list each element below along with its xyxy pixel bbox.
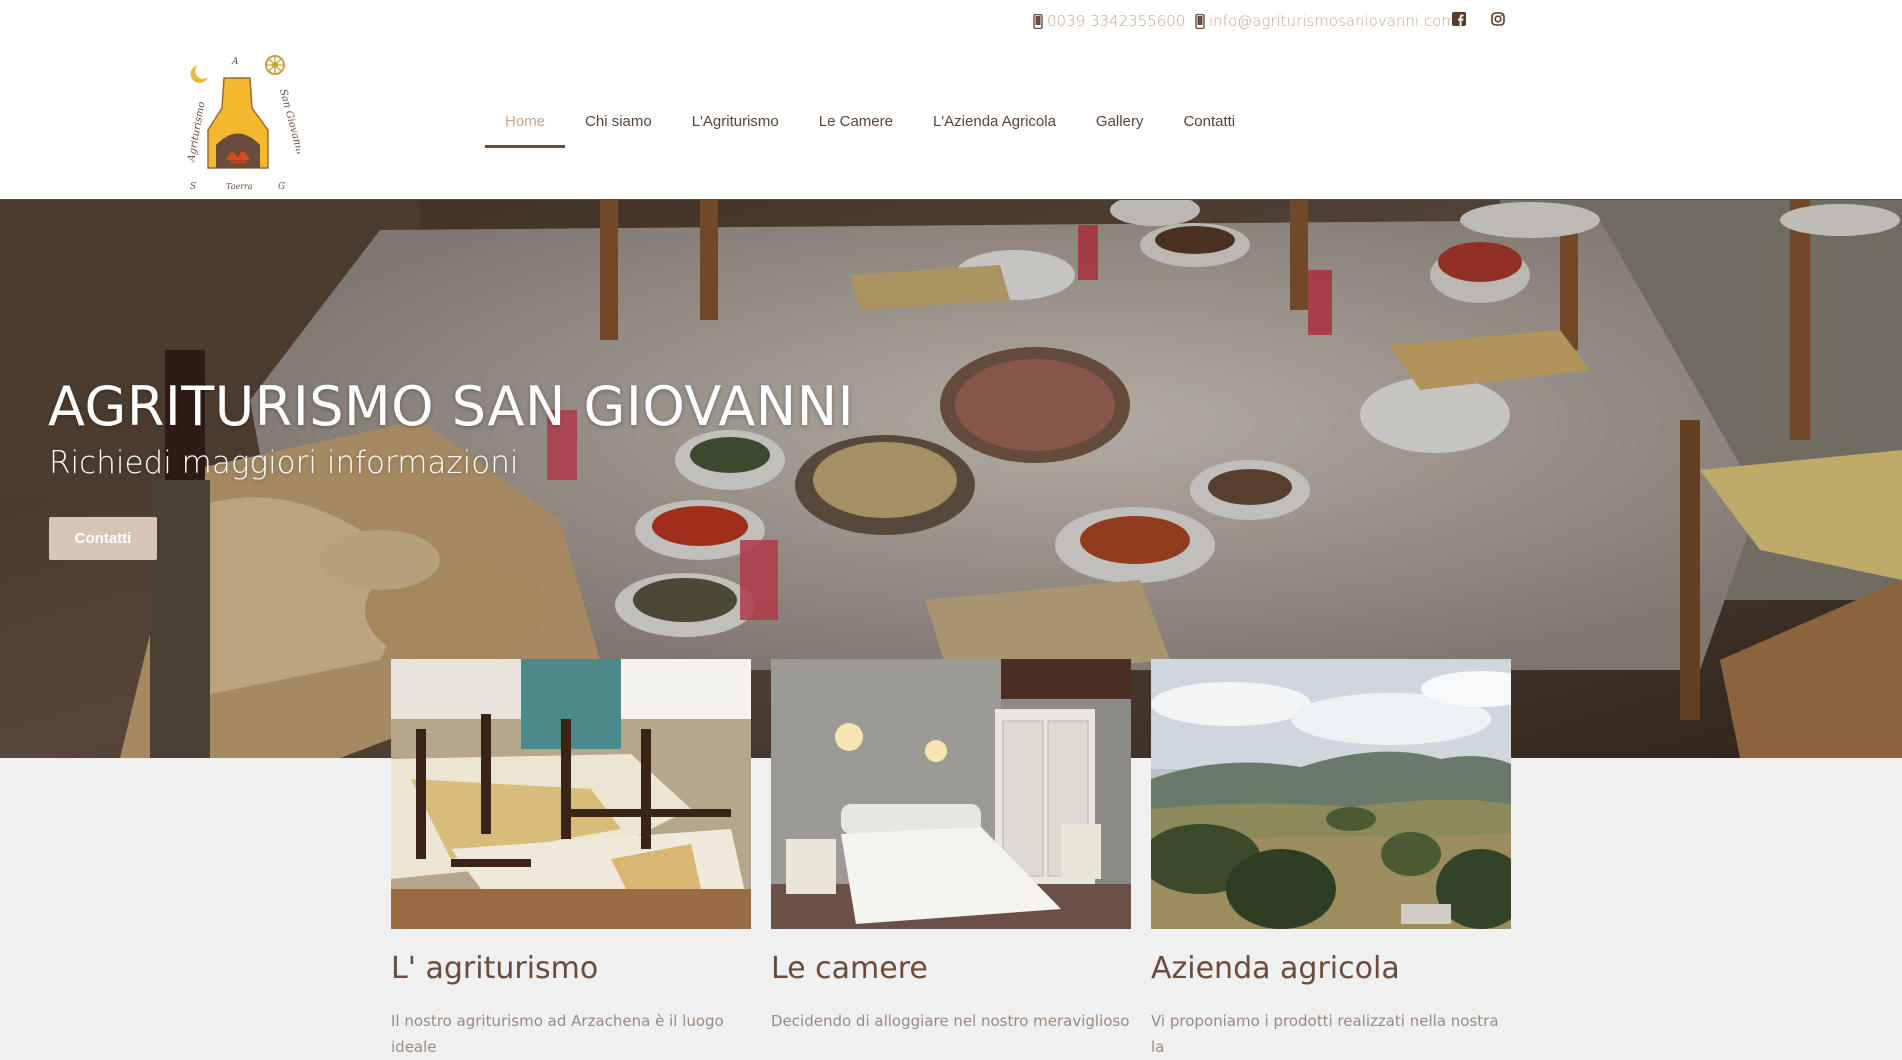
logo-text-left: Agriturismo [186,101,208,164]
logo-text-bc: Taerra [226,182,253,191]
feature-cards: L' agriturismo Il nostro agriturismo ad … [391,659,1511,1060]
hero-title: AGRITURISMO SAN GIOVANNI [48,375,855,438]
card-title[interactable]: Azienda agricola [1151,951,1511,986]
main-nav: Home Chi siamo L'Agriturismo Le Camere L… [485,108,1255,148]
site-header: A Agriturismo San Giovanni S Taerra G Ho… [0,42,1902,200]
card-agriturismo[interactable]: L' agriturismo Il nostro agriturismo ad … [391,659,751,1060]
card-azienda-agricola[interactable]: Azienda agricola Vi proponiamo i prodott… [1151,659,1511,1060]
logo-text-right: San Giovanni [277,88,300,156]
card-text: Il nostro agriturismo ad Arzachena è il … [391,1012,724,1056]
logo-text-top: A [231,57,239,67]
logo-text-bl: S [190,182,196,192]
logo-text-br: G [278,182,285,192]
email-address[interactable]: info@agriturismosaniovanni.com [1209,12,1456,30]
card-title[interactable]: Le camere [771,951,1131,986]
nav-camere[interactable]: Le Camere [799,108,913,148]
nav-home[interactable]: Home [485,108,566,148]
nav-azienda-agricola[interactable]: L'Azienda Agricola [913,108,1076,148]
top-bar: 0039 3342355600 info@agriturismosaniovan… [0,0,1902,42]
restaurant-dining-room-image[interactable] [391,659,751,929]
bedroom-image[interactable] [771,659,1131,929]
site-logo[interactable]: A Agriturismo San Giovanni S Taerra G [180,50,305,195]
phone-number[interactable]: 0039 3342355600 [1047,12,1185,30]
facebook-icon[interactable] [1452,12,1468,28]
mobile-phone-icon [1195,13,1205,29]
landscape-farm-image[interactable] [1151,659,1511,929]
nav-contatti[interactable]: Contatti [1163,108,1255,148]
phone-contact[interactable]: 0039 3342355600 [1033,11,1185,31]
nav-chi-siamo[interactable]: Chi siamo [565,108,672,148]
card-title[interactable]: L' agriturismo [391,951,751,986]
card-text: Decidendo di alloggiare nel nostro merav… [771,1012,1130,1030]
card-camere[interactable]: Le camere Decidendo di alloggiare nel no… [771,659,1131,1060]
mobile-phone-icon [1033,13,1043,29]
card-text: Vi proponiamo i prodotti realizzati nell… [1151,1012,1499,1056]
hero-subtitle: Richiedi maggiori informazioni [49,445,519,481]
nav-agriturismo[interactable]: L'Agriturismo [672,108,799,148]
contatti-button[interactable]: Contatti [49,517,157,560]
instagram-icon[interactable] [1491,12,1507,28]
email-contact[interactable]: info@agriturismosaniovanni.com [1195,11,1456,31]
nav-gallery[interactable]: Gallery [1076,108,1164,148]
